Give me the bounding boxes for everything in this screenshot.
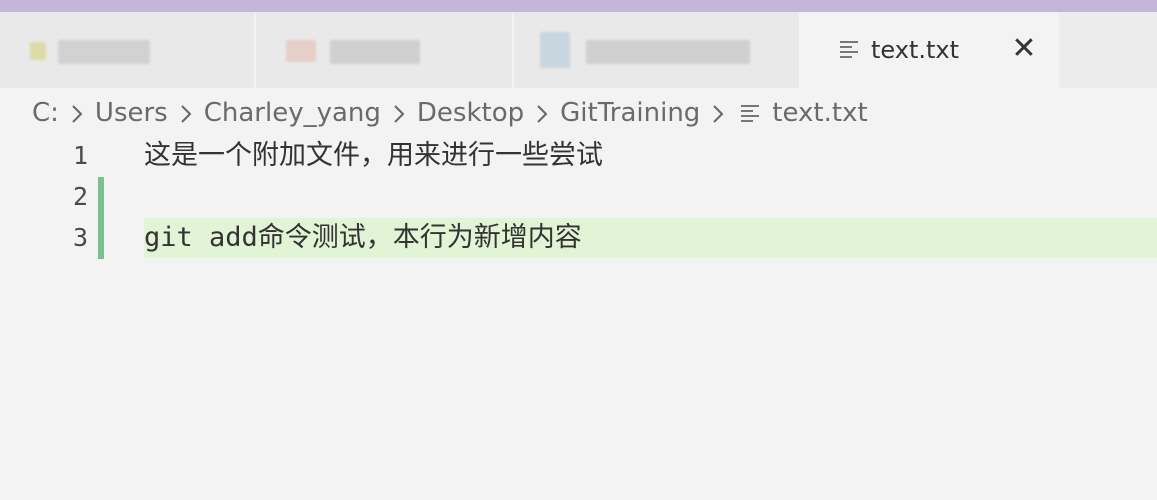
redacted-tab-title (330, 40, 420, 64)
chevron-right-icon (168, 96, 204, 130)
breadcrumb-item-users[interactable]: Users (95, 96, 168, 130)
tab-title: text.txt (871, 36, 960, 64)
line-number: 2 (72, 182, 88, 211)
tab-redacted-1[interactable] (0, 12, 256, 88)
editor-line[interactable]: 1 这是一个附加文件，用来进行一些尝试 (0, 136, 1157, 176)
added-line-gutter-marker (98, 218, 104, 259)
breadcrumb-item-user-folder[interactable]: Charley_yang (204, 96, 381, 130)
breadcrumb: C: Users Charley_yang Desktop GitTrainin… (32, 96, 868, 130)
tab-redacted-2[interactable] (256, 12, 514, 88)
chevron-right-icon (700, 96, 736, 130)
text-file-icon (839, 38, 861, 60)
line-number: 3 (72, 223, 88, 252)
chevron-right-icon (59, 96, 95, 130)
tab-text-txt[interactable]: text.txt ✕ (801, 12, 1059, 88)
editor-line-added[interactable]: 3 git add命令测试，本行为新增内容 (0, 218, 1157, 259)
redacted-tab-icon (286, 40, 316, 62)
editor-tab-bar: text.txt ✕ (0, 12, 1157, 88)
added-line-gutter-marker (98, 177, 104, 218)
text-file-icon (736, 96, 772, 130)
redacted-tab-icon (30, 42, 46, 60)
breadcrumb-item-gittraining[interactable]: GitTraining (560, 96, 700, 130)
line-content[interactable]: git add命令测试，本行为新增内容 (144, 218, 582, 258)
redacted-tab-title (58, 40, 150, 64)
close-icon[interactable]: ✕ (1009, 32, 1039, 66)
tab-redacted-3[interactable] (514, 12, 801, 88)
breadcrumb-item-file[interactable]: text.txt (772, 96, 867, 130)
chevron-right-icon (381, 96, 417, 130)
window-top-accent-strip (0, 0, 1157, 12)
redacted-tab-icon (540, 32, 570, 68)
editor-line[interactable]: 2 (0, 177, 1157, 218)
line-content[interactable]: 这是一个附加文件，用来进行一些尝试 (144, 136, 603, 176)
breadcrumb-item-drive[interactable]: C: (32, 96, 59, 130)
breadcrumb-item-desktop[interactable]: Desktop (417, 96, 524, 130)
line-number: 1 (72, 141, 88, 170)
redacted-tab-title (586, 40, 750, 64)
chevron-right-icon (524, 96, 560, 130)
